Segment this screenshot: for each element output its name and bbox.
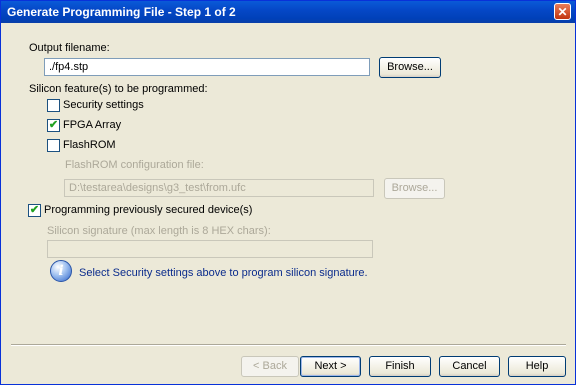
browse-output-button[interactable]: Browse... (379, 57, 441, 78)
dialog-window: Generate Programming File - Step 1 of 2 … (0, 0, 576, 385)
secured-device-checkbox[interactable]: ✔ (28, 204, 41, 217)
footer-divider (11, 344, 566, 346)
output-filename-input[interactable]: ./fp4.stp (44, 58, 370, 76)
next-button[interactable]: Next > (300, 356, 361, 377)
flashrom-config-input: D:\testarea\designs\g3_test\from.ufc (64, 179, 374, 197)
silicon-signature-input (47, 240, 373, 258)
output-filename-label: Output filename: (29, 42, 110, 54)
info-icon: i (50, 260, 72, 282)
info-message: Select Security settings above to progra… (79, 267, 368, 279)
security-settings-label: Security settings (63, 99, 144, 111)
fpga-array-label: FPGA Array (63, 119, 122, 131)
security-settings-checkbox[interactable] (47, 99, 60, 112)
cancel-button[interactable]: Cancel (439, 356, 500, 377)
finish-button[interactable]: Finish (369, 356, 431, 377)
back-button: < Back (241, 356, 299, 377)
secured-device-label: Programming previously secured device(s) (44, 204, 253, 216)
flashrom-config-label: FlashROM configuration file: (65, 159, 204, 171)
silicon-signature-label: Silicon signature (max length is 8 HEX c… (47, 225, 271, 237)
flashrom-checkbox[interactable] (47, 139, 60, 152)
window-title: Generate Programming File - Step 1 of 2 (7, 5, 236, 19)
silicon-features-label: Silicon feature(s) to be programmed: (29, 83, 208, 95)
flashrom-label: FlashROM (63, 139, 116, 151)
browse-flashrom-button: Browse... (384, 178, 445, 199)
fpga-array-checkbox[interactable]: ✔ (47, 119, 60, 132)
close-icon[interactable]: ✕ (554, 3, 571, 20)
title-bar[interactable]: Generate Programming File - Step 1 of 2 … (1, 1, 575, 23)
help-button[interactable]: Help (508, 356, 566, 377)
